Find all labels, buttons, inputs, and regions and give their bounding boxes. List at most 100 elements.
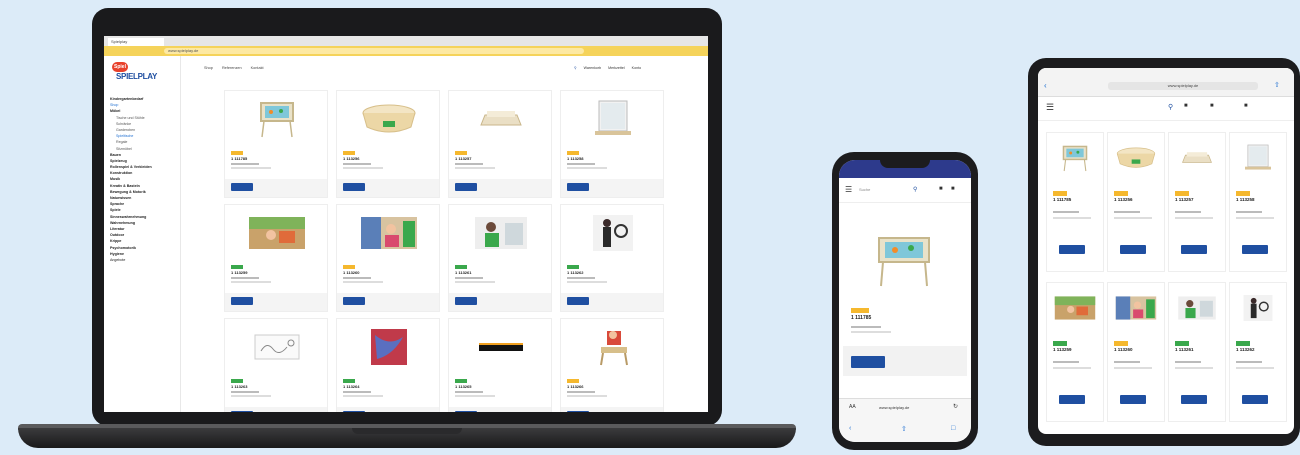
product-image[interactable] [1049,287,1101,329]
cart-icon[interactable]: ■ [1184,103,1188,109]
add-to-cart-button[interactable] [455,411,477,412]
add-to-cart-button[interactable] [1120,395,1146,404]
back-icon[interactable]: ‹ [849,425,851,432]
back-icon[interactable]: ‹ [1044,81,1047,90]
product-desc-line [343,395,383,397]
product-image[interactable] [353,211,425,255]
reload-icon[interactable]: ↻ [953,403,958,410]
product-image[interactable] [577,325,649,369]
product-image[interactable] [1110,137,1162,179]
search-icon[interactable]: ⚲ [913,186,917,193]
product-image[interactable] [353,97,425,141]
search-input[interactable]: Suche [859,187,870,192]
product-image[interactable] [1171,287,1223,329]
product-card[interactable]: 1 113256 [336,90,440,198]
tablet-address[interactable]: www.spielplay.de [1108,82,1258,90]
add-to-cart-button[interactable] [343,183,365,191]
add-to-cart-button[interactable] [1242,245,1268,254]
product-card[interactable]: 1 113257 [448,90,552,198]
product-card[interactable]: 1 113266 [560,318,664,412]
product-desc-line [851,331,891,333]
product-price-line [1236,211,1262,213]
product-card[interactable]: 1 111785 [224,90,328,198]
product-price-line [343,391,371,393]
account-icon[interactable]: ■ [1244,103,1248,109]
product-card[interactable]: 1 113260 [336,204,440,312]
add-to-cart-button[interactable] [567,297,589,305]
add-to-cart-button[interactable] [231,183,253,191]
address-field[interactable]: www.spielplay.de [164,48,584,54]
product-card[interactable]: 1 113259 [1046,282,1104,422]
add-to-cart-button[interactable] [1181,395,1207,404]
product-card[interactable]: 1 113265 [448,318,552,412]
stock-badge [1175,191,1189,196]
product-image[interactable] [353,325,425,369]
product-card[interactable]: 1 113264 [336,318,440,412]
search-icon[interactable]: ⚲ [574,66,577,70]
add-to-cart-button[interactable] [343,297,365,305]
product-card[interactable]: 1 113261 [448,204,552,312]
phone-address[interactable]: www.spielplay.de [879,405,909,410]
add-to-cart-button[interactable] [1120,245,1146,254]
share-icon[interactable]: ⇧ [1274,81,1280,89]
nav-kontakt[interactable]: Kontakt [251,66,264,70]
account-icon[interactable]: ■ [951,186,955,192]
menu-icon[interactable]: ☰ [1046,102,1054,113]
add-to-cart-button[interactable] [1059,245,1085,254]
add-to-cart-button[interactable] [343,411,365,412]
product-image[interactable] [577,97,649,141]
add-to-cart-button[interactable] [231,297,253,305]
add-to-cart-button[interactable] [851,356,885,368]
search-icon[interactable]: ⚲ [1168,103,1173,111]
add-to-cart-button[interactable] [455,183,477,191]
nav-referenzen[interactable]: Referenzen [222,66,242,70]
wishlist-icon[interactable]: ■ [1210,103,1214,109]
product-number: 1 113259 [231,270,248,275]
product-image[interactable] [1110,287,1162,329]
add-to-cart-button[interactable] [455,297,477,305]
logo[interactable]: Spiel SPIELPLAY [112,62,166,86]
product-image[interactable] [465,97,537,141]
product-image[interactable] [241,325,313,369]
cart-link[interactable]: Warenkorb [584,66,601,70]
product-image[interactable] [241,97,313,141]
tabs-icon[interactable]: □ [951,425,955,432]
product-card[interactable]: 1 113260 [1107,282,1165,422]
product-image[interactable] [1049,137,1101,179]
add-to-cart-button[interactable] [231,411,253,412]
add-to-cart-button[interactable] [567,183,589,191]
cart-icon[interactable]: ■ [939,186,943,192]
product-card[interactable]: 1 113256 [1107,132,1165,272]
add-to-cart-button[interactable] [567,411,589,412]
add-to-cart-button[interactable] [1181,245,1207,254]
nav-shop[interactable]: Shop [204,66,213,70]
product-card[interactable]: 1 113262 [560,204,664,312]
product-card[interactable]: 1 113258 [1229,132,1287,272]
product-image[interactable] [241,211,313,255]
top-nav: Shop Referenzen Kontakt [204,66,272,70]
product-card[interactable]: 1 113259 [224,204,328,312]
stock-badge [851,308,869,313]
sidebar-item[interactable]: Angebote [110,257,180,263]
product-image[interactable] [465,325,537,369]
product-image[interactable] [859,230,949,290]
wishlist-link[interactable]: Merkzettel [608,66,625,70]
product-card[interactable]: 1 113262 [1229,282,1287,422]
browser-tab[interactable]: Spielplay [108,38,164,46]
add-to-cart-button[interactable] [1242,395,1268,404]
reader-icon[interactable]: AA [849,404,856,410]
account-link[interactable]: Konto [632,66,641,70]
share-icon[interactable]: ⇧ [901,425,907,433]
product-image[interactable] [1232,287,1284,329]
product-card[interactable]: 1 111785 [1046,132,1104,272]
product-card[interactable]: 1 113257 [1168,132,1226,272]
product-image[interactable] [465,211,537,255]
menu-icon[interactable]: ☰ [845,185,852,194]
product-card[interactable]: 1 113263 [224,318,328,412]
product-image[interactable] [1232,137,1284,179]
product-image[interactable] [1171,137,1223,179]
add-to-cart-button[interactable] [1059,395,1085,404]
product-card[interactable]: 1 113261 [1168,282,1226,422]
product-image[interactable] [577,211,649,255]
product-card[interactable]: 1 113258 [560,90,664,198]
